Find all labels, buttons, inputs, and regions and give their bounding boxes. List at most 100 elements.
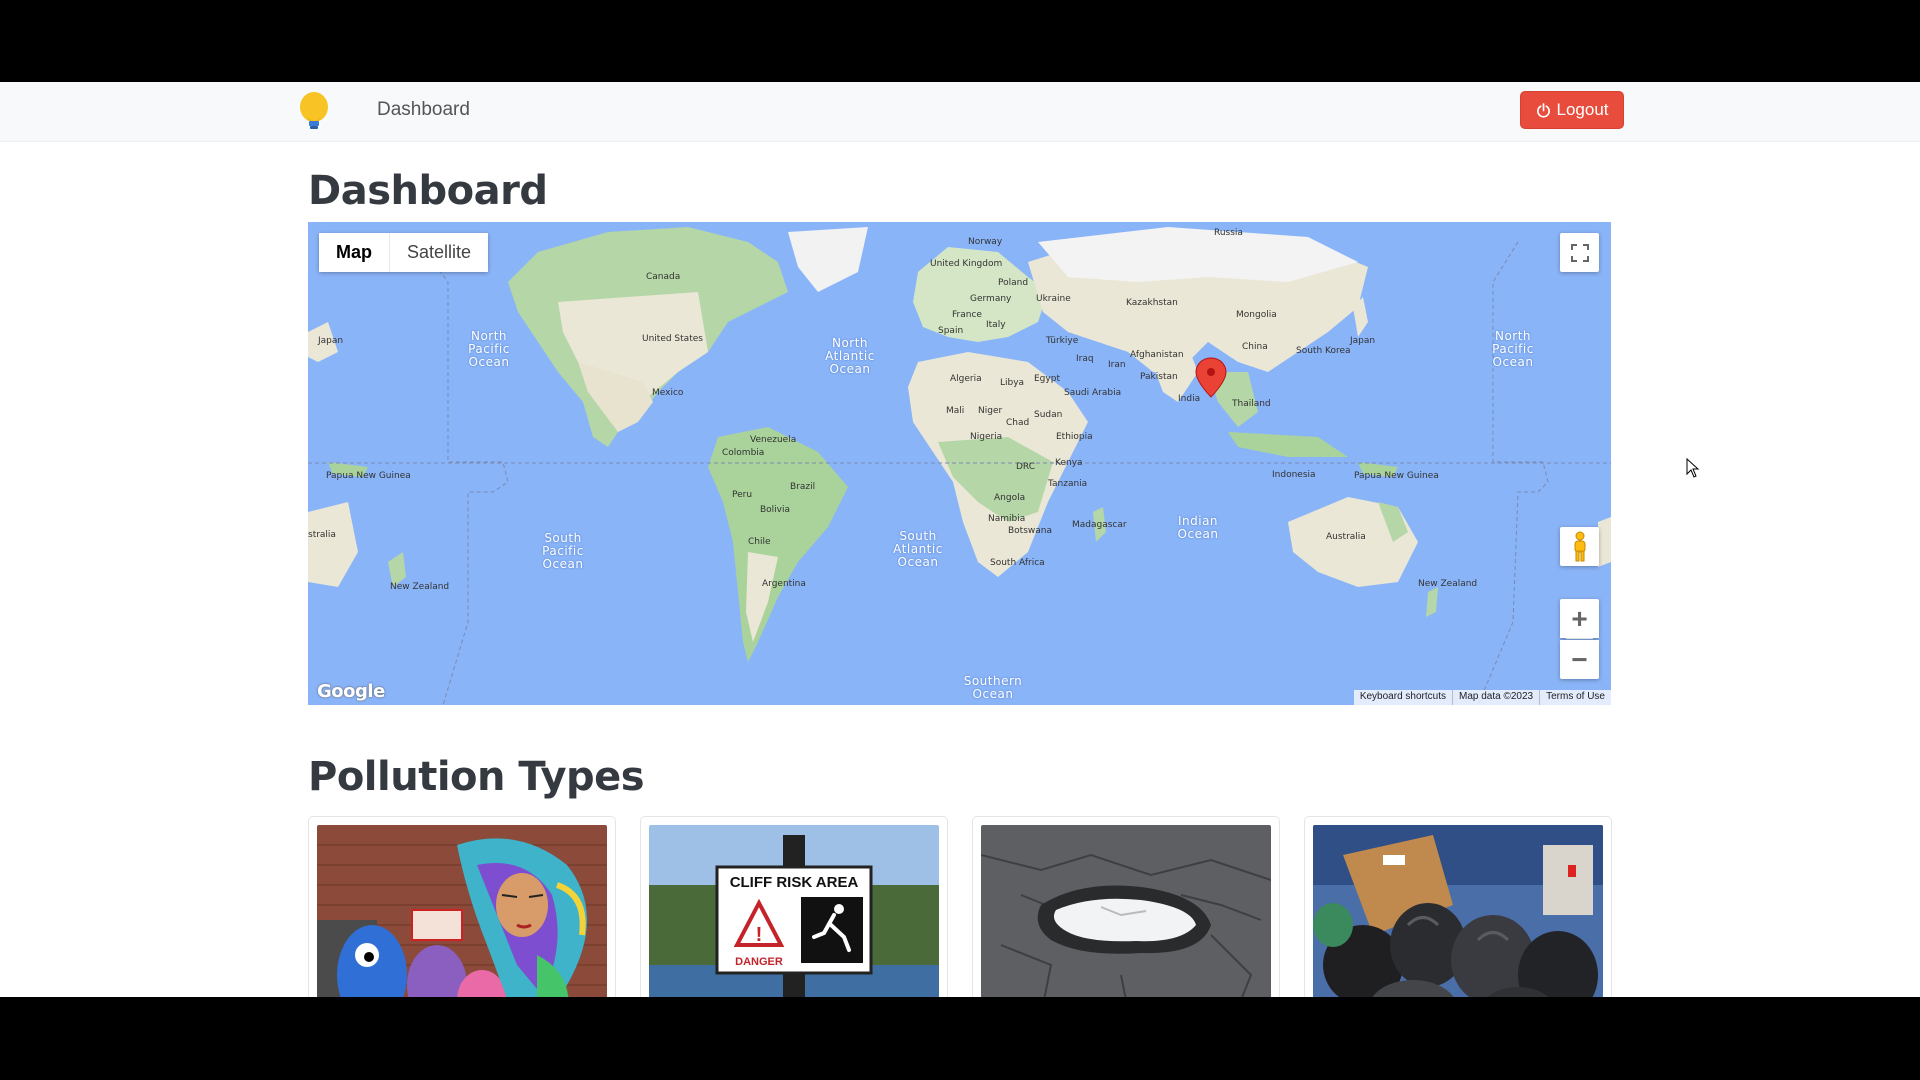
country-label: Bolivia: [760, 505, 791, 515]
country-label: Chad: [1006, 418, 1030, 428]
country-label: South Korea: [1296, 346, 1351, 356]
country-label: Algeria: [950, 374, 982, 384]
ocean-label: North Atlantic Ocean: [825, 336, 875, 376]
country-label: Afghanistan: [1130, 350, 1184, 360]
country-label: Ethiopia: [1056, 432, 1093, 442]
country-label: Argentina: [762, 579, 806, 589]
sign-text: DANGER: [735, 956, 783, 968]
map-data-label: Map data ©2023: [1452, 690, 1539, 705]
power-icon: [1536, 102, 1550, 118]
logout-button[interactable]: Logout: [1520, 91, 1624, 129]
pollution-card[interactable]: [972, 816, 1280, 997]
map-type-map-button[interactable]: Map: [319, 233, 390, 272]
country-label: Japan: [1350, 336, 1376, 346]
country-label: Angola: [994, 493, 1026, 503]
country-label: Pakistan: [1140, 372, 1178, 382]
country-label: France: [952, 310, 982, 320]
pothole-image: [981, 825, 1271, 997]
ocean-label: South Pacific Ocean: [542, 531, 584, 571]
letterbox-bottom: [0, 997, 1920, 1080]
letterbox-top: [0, 0, 1920, 82]
country-label: Iraq: [1076, 354, 1094, 364]
country-label: Mexico: [652, 388, 684, 398]
country-label: Niger: [978, 406, 1003, 416]
country-label: Germany: [970, 294, 1012, 304]
pollution-card[interactable]: CLIFF RISK AREA ! DANGER: [640, 816, 948, 997]
country-label: Sudan: [1034, 410, 1063, 420]
country-label: Peru: [732, 490, 753, 500]
street-view-pegman-icon[interactable]: [1560, 527, 1599, 566]
country-label: Spain: [938, 326, 964, 336]
country-label: Venezuela: [750, 435, 797, 445]
country-label: Papua New Guinea: [326, 471, 411, 481]
country-label: Norway: [968, 237, 1003, 247]
mouse-cursor: [1686, 457, 1700, 483]
zoom-separator: [1566, 638, 1593, 639]
garbage-bags-image: [1313, 825, 1603, 997]
country-label: Egypt: [1034, 374, 1060, 384]
graffiti-mural-image: [317, 825, 607, 997]
country-label: DRC: [1016, 462, 1036, 472]
fullscreen-icon[interactable]: [1560, 233, 1599, 272]
map-canvas: [308, 222, 1611, 705]
country-label: Kazakhstan: [1126, 298, 1178, 308]
country-label: Indonesia: [1272, 470, 1316, 480]
zoom-in-button[interactable]: +: [1560, 599, 1599, 638]
country-label: United States: [642, 334, 703, 344]
country-label: Botswana: [1008, 526, 1052, 536]
country-label: Canada: [646, 272, 681, 282]
country-label: Türkiye: [1046, 336, 1079, 346]
country-label: Saudi Arabia: [1064, 388, 1122, 398]
world-map[interactable]: North Pacific Ocean North Atlantic Ocean…: [308, 222, 1611, 705]
ocean-label: North Pacific Ocean: [468, 329, 510, 369]
country-label: India: [1178, 394, 1201, 404]
country-label: New Zealand: [390, 582, 450, 592]
logout-label: Logout: [1556, 100, 1609, 119]
pollution-card[interactable]: [1304, 816, 1612, 997]
country-label: Papua New Guinea: [1354, 471, 1439, 481]
country-label: Brazil: [790, 482, 816, 492]
country-label: Australia: [1326, 532, 1366, 542]
country-label: Tanzania: [1048, 479, 1088, 489]
zoom-out-button[interactable]: −: [1560, 640, 1599, 679]
map-type-control: Map Satellite: [319, 233, 489, 272]
country-label: Libya: [1000, 378, 1025, 388]
country-label: Thailand: [1232, 399, 1271, 409]
country-label: Mongolia: [1236, 310, 1277, 320]
terms-of-use-link[interactable]: Terms of Use: [1539, 690, 1611, 705]
country-label: Namibia: [988, 514, 1026, 524]
page-title: Dashboard: [308, 168, 548, 214]
country-label: Japan: [318, 336, 344, 346]
country-label: South Africa: [990, 558, 1045, 568]
svg-text:!: !: [756, 924, 763, 946]
navbar: Dashboard Logout: [0, 82, 1920, 142]
country-label: Nigeria: [970, 432, 1003, 442]
country-label: stralia: [308, 530, 336, 540]
sign-title: CLIFF RISK AREA: [730, 874, 859, 891]
country-label: Iran: [1108, 360, 1126, 370]
lightbulb-icon[interactable]: [296, 90, 332, 134]
nav-link-dashboard[interactable]: Dashboard: [377, 99, 470, 121]
ocean-label: Southern Ocean: [963, 674, 1023, 701]
map-attribution: Keyboard shortcuts Map data ©2023 Terms …: [1353, 690, 1611, 705]
pollution-types-title: Pollution Types: [308, 754, 645, 800]
country-label: Russia: [1214, 228, 1243, 238]
country-label: Madagascar: [1072, 520, 1127, 530]
country-label: New Zealand: [1418, 579, 1478, 589]
country-label: Ukraine: [1036, 294, 1071, 304]
cliff-risk-sign-image: CLIFF RISK AREA ! DANGER: [649, 825, 939, 997]
country-label: Chile: [748, 537, 771, 547]
keyboard-shortcuts-link[interactable]: Keyboard shortcuts: [1354, 690, 1452, 705]
country-label: Mali: [946, 406, 965, 416]
country-label: Poland: [998, 278, 1029, 288]
country-label: Colombia: [722, 448, 765, 458]
ocean-label: North Pacific Ocean: [1492, 329, 1534, 369]
map-type-satellite-button[interactable]: Satellite: [390, 233, 489, 272]
page: Dashboard Logout Dashboard North Pacific…: [0, 82, 1920, 997]
ocean-label: Indian Ocean: [1177, 514, 1219, 541]
pollution-card[interactable]: [308, 816, 616, 997]
country-label: Kenya: [1055, 458, 1083, 468]
country-label: Italy: [986, 320, 1006, 330]
country-label: China: [1242, 342, 1268, 352]
google-logo[interactable]: Google: [317, 681, 385, 702]
